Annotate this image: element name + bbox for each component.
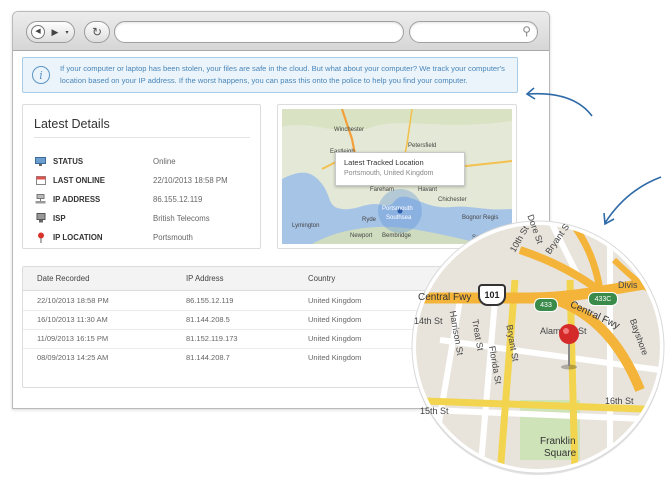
server-icon [34, 213, 47, 223]
detail-row-ip-location: IP LOCATION Portsmouth [34, 230, 254, 244]
alert-text: If your computer or laptop has been stol… [60, 64, 505, 85]
column-header-date[interactable]: Date Recorded [37, 274, 89, 283]
nav-button-group: ◀ ▶ ▾ [26, 21, 75, 43]
detail-row-isp: ISP British Telecoms [34, 211, 254, 225]
detail-row-last-online: LAST ONLINE 22/10/2013 18:58 PM [34, 173, 254, 187]
panel-title: Latest Details [34, 117, 110, 131]
monitor-icon [34, 156, 47, 166]
zoomed-street-map [411, 220, 665, 475]
history-dropdown[interactable]: ▾ [62, 22, 72, 42]
forward-button[interactable]: ▶ [49, 22, 61, 42]
detail-row-ip-address: IP ADDRESS 86.155.12.119 [34, 192, 254, 206]
divider [34, 137, 250, 138]
popup-title: Latest Tracked Location [344, 158, 424, 167]
forward-arrow-icon: ▶ [51, 26, 59, 37]
column-header-ip[interactable]: IP Address [186, 274, 224, 283]
column-header-country[interactable]: Country [308, 274, 335, 283]
route-433c-shield: 433C [588, 292, 618, 306]
zoomed-map-circle: 10th St Dore St Bryant S Divis Central F… [400, 213, 668, 475]
browser-toolbar: ◀ ▶ ▾ ↻ ⚲ [13, 12, 549, 51]
map-pin-icon [34, 232, 47, 243]
map-popup: Latest Tracked Location Portsmouth, Unit… [335, 152, 465, 186]
info-icon: i [32, 66, 50, 84]
reload-button[interactable]: ↻ [84, 21, 110, 43]
chevron-down-icon: ▾ [65, 29, 69, 36]
arrow-to-alert [525, 87, 593, 117]
network-icon [34, 194, 47, 204]
popup-subtitle: Portsmouth, United Kingdom [344, 170, 434, 177]
back-arrow-icon: ◀ [31, 25, 45, 39]
reload-icon: ↻ [91, 25, 103, 39]
address-bar[interactable] [114, 21, 404, 43]
latest-details-panel: Latest Details STATUS Online LAST ONLINE… [22, 104, 261, 249]
map-pin-icon [559, 324, 579, 370]
detail-row-status: STATUS Online [34, 154, 254, 168]
back-button[interactable]: ◀ [29, 22, 47, 42]
highway-101-shield: 101 [478, 284, 506, 306]
search-field[interactable]: ⚲ [409, 21, 538, 43]
search-icon: ⚲ [522, 24, 531, 38]
route-433-shield: 433 [534, 298, 558, 312]
info-alert: i If your computer or laptop has been st… [22, 57, 518, 93]
calendar-icon [34, 175, 47, 185]
